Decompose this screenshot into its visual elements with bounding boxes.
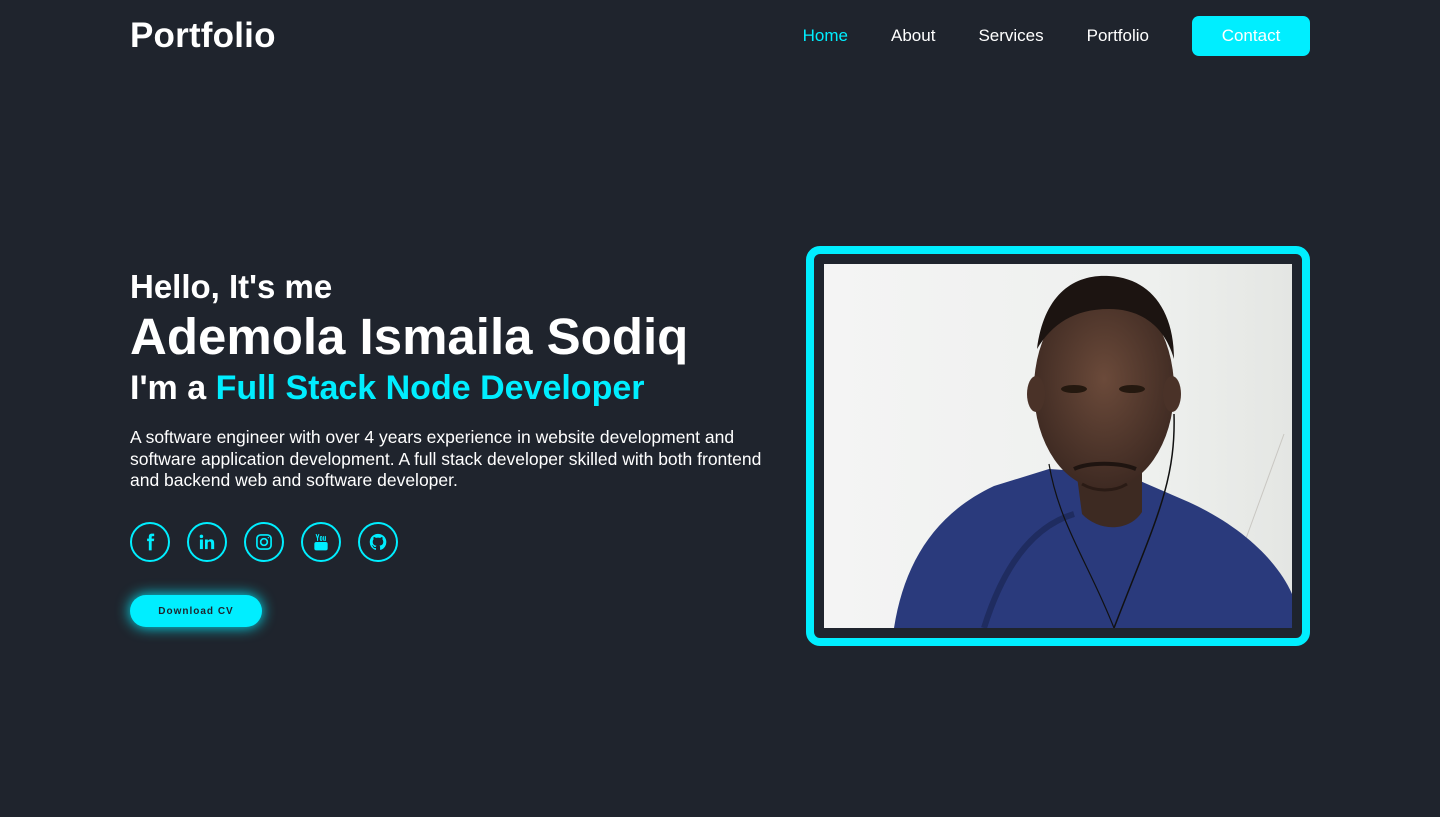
download-cv-button[interactable]: Download CV — [130, 595, 262, 627]
hero-bio: A software engineer with over 4 years ex… — [130, 427, 762, 490]
facebook-link[interactable] — [130, 521, 170, 562]
social-links — [130, 521, 770, 562]
contact-button[interactable]: Contact — [1192, 16, 1310, 56]
youtube-icon — [314, 533, 328, 550]
role-prefix: I'm a — [130, 369, 207, 407]
nav-services[interactable]: Services — [978, 26, 1043, 46]
facebook-icon — [147, 533, 155, 550]
hero-name: Ademola Ismaila Sodiq — [130, 308, 689, 365]
instagram-icon — [256, 533, 272, 550]
profile-photo — [824, 264, 1292, 628]
instagram-link[interactable] — [244, 521, 284, 562]
nav-portfolio[interactable]: Portfolio — [1087, 26, 1149, 46]
site-header: Portfolio Home About Services Portfolio … — [130, 0, 1310, 72]
github-link[interactable] — [358, 521, 398, 562]
hero-role: I'm a Full Stack Node Developer — [130, 366, 770, 410]
nav-home[interactable]: Home — [803, 26, 848, 46]
github-icon — [369, 533, 387, 550]
nav-about[interactable]: About — [891, 26, 935, 46]
page: Portfolio Home About Services Portfolio … — [0, 0, 1440, 817]
profile-photo-illustration — [824, 264, 1292, 628]
linkedin-icon — [199, 534, 215, 549]
greeting: Hello, It's me — [130, 268, 333, 305]
logo[interactable]: Portfolio — [130, 16, 276, 56]
youtube-link[interactable] — [301, 521, 341, 562]
linkedin-link[interactable] — [187, 521, 227, 562]
profile-photo-frame — [806, 246, 1310, 646]
main-nav: Home About Services Portfolio Contact — [760, 16, 1310, 56]
hero-content: Hello, It's me Ademola Ismaila Sodiq I'm… — [130, 266, 770, 627]
role-highlight: Full Stack Node Developer — [215, 369, 645, 407]
